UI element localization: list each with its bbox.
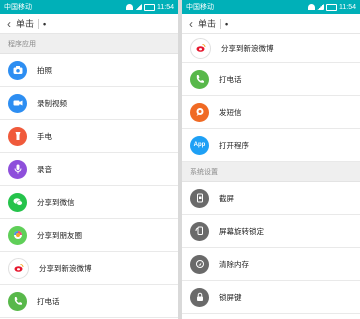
item-label: 分享到朋友圈 bbox=[37, 230, 82, 240]
flashlight-icon bbox=[8, 126, 27, 146]
wifi-icon bbox=[126, 4, 133, 10]
phone-icon bbox=[8, 291, 27, 311]
status-time: 11:54 bbox=[157, 3, 174, 11]
item-label: 手电 bbox=[37, 131, 52, 141]
list-item[interactable]: App 打开程序 bbox=[182, 129, 360, 162]
carrier-label: 中国移动 bbox=[186, 4, 214, 11]
signal-icon bbox=[135, 4, 142, 10]
list-item[interactable]: 分享到新浪微博 bbox=[182, 34, 360, 63]
video-icon bbox=[8, 93, 27, 113]
item-label: 录制视频 bbox=[37, 98, 67, 108]
title-divider bbox=[38, 18, 40, 29]
list-item[interactable]: 打电话 bbox=[182, 63, 360, 96]
list-item[interactable]: 发短信 bbox=[182, 96, 360, 129]
list-item[interactable]: 拍照 bbox=[0, 54, 178, 87]
moments-icon bbox=[8, 225, 27, 245]
list-item[interactable]: 分享到微信 bbox=[0, 186, 178, 219]
clean-memory-icon bbox=[190, 254, 209, 274]
list-item[interactable]: 屏幕旋转锁定 bbox=[182, 215, 360, 248]
battery-icon bbox=[326, 3, 337, 11]
item-label: 锁屏键 bbox=[219, 292, 242, 302]
list-item[interactable]: 手电 bbox=[0, 120, 178, 153]
list-item[interactable]: 分享到朋友圈 bbox=[0, 219, 178, 252]
title-bar: ‹ 单击 • bbox=[0, 14, 178, 34]
signal-icon bbox=[317, 4, 324, 10]
left-panel: 中国移动 11:54 ‹ 单击 • 程序应用 拍照 录制视频 手电 录音 分享到… bbox=[0, 0, 178, 319]
item-label: 拍照 bbox=[37, 65, 52, 75]
battery-icon bbox=[144, 3, 155, 11]
camera-icon bbox=[8, 60, 27, 80]
list-item[interactable]: 打电话 bbox=[0, 285, 178, 318]
page-title: 单击 bbox=[16, 19, 35, 29]
rotation-lock-icon bbox=[190, 221, 209, 241]
title-dot: • bbox=[43, 18, 47, 29]
wifi-icon bbox=[308, 4, 315, 10]
weibo-icon bbox=[8, 257, 29, 279]
item-label: 打开程序 bbox=[219, 140, 249, 150]
back-icon[interactable]: ‹ bbox=[4, 14, 14, 34]
list-item[interactable]: 录制视频 bbox=[0, 87, 178, 120]
carrier-label: 中国移动 bbox=[4, 4, 32, 11]
app-icon: App bbox=[190, 135, 209, 155]
section-header: 系统设置 bbox=[182, 162, 360, 182]
item-label: 分享到新浪微博 bbox=[39, 263, 92, 273]
item-label: 清除内存 bbox=[219, 259, 249, 269]
screenshot-icon bbox=[190, 188, 209, 208]
list-item[interactable]: 分享到新浪微博 bbox=[0, 252, 178, 285]
lock-icon bbox=[190, 287, 209, 307]
title-bar: ‹ 单击 • bbox=[182, 14, 360, 34]
section-header: 程序应用 bbox=[0, 34, 178, 54]
status-bar: 中国移动 11:54 bbox=[0, 0, 178, 14]
right-panel: 中国移动 11:54 ‹ 单击 • 分享到新浪微博 打电话 发短信 App 打开… bbox=[182, 0, 360, 319]
list-item[interactable]: 截屏 bbox=[182, 182, 360, 215]
list-item[interactable]: 录音 bbox=[0, 153, 178, 186]
item-label: 分享到新浪微博 bbox=[221, 43, 274, 53]
status-time: 11:54 bbox=[339, 3, 356, 11]
list-item[interactable]: 清除内存 bbox=[182, 248, 360, 281]
list-item[interactable]: 锁屏键 bbox=[182, 281, 360, 314]
screen: 中国移动 11:54 ‹ 单击 • 程序应用 拍照 录制视频 手电 录音 分享到… bbox=[0, 0, 360, 319]
status-bar: 中国移动 11:54 bbox=[182, 0, 360, 14]
weibo-icon bbox=[190, 37, 211, 59]
status-icons: 11:54 bbox=[126, 3, 174, 11]
item-label: 发短信 bbox=[219, 107, 242, 117]
item-label: 截屏 bbox=[219, 193, 234, 203]
item-label: 录音 bbox=[37, 164, 52, 174]
item-label: 屏幕旋转锁定 bbox=[219, 226, 264, 236]
page-title: 单击 bbox=[198, 19, 217, 29]
microphone-icon bbox=[8, 159, 27, 179]
item-label: 分享到微信 bbox=[37, 197, 75, 207]
wechat-icon bbox=[8, 192, 27, 212]
status-icons: 11:54 bbox=[308, 3, 356, 11]
phone-icon bbox=[190, 69, 209, 89]
sms-icon bbox=[190, 102, 209, 122]
item-label: 打电话 bbox=[37, 296, 60, 306]
title-dot: • bbox=[225, 18, 229, 29]
item-label: 打电话 bbox=[219, 74, 242, 84]
back-icon[interactable]: ‹ bbox=[186, 14, 196, 34]
title-divider bbox=[220, 18, 222, 29]
